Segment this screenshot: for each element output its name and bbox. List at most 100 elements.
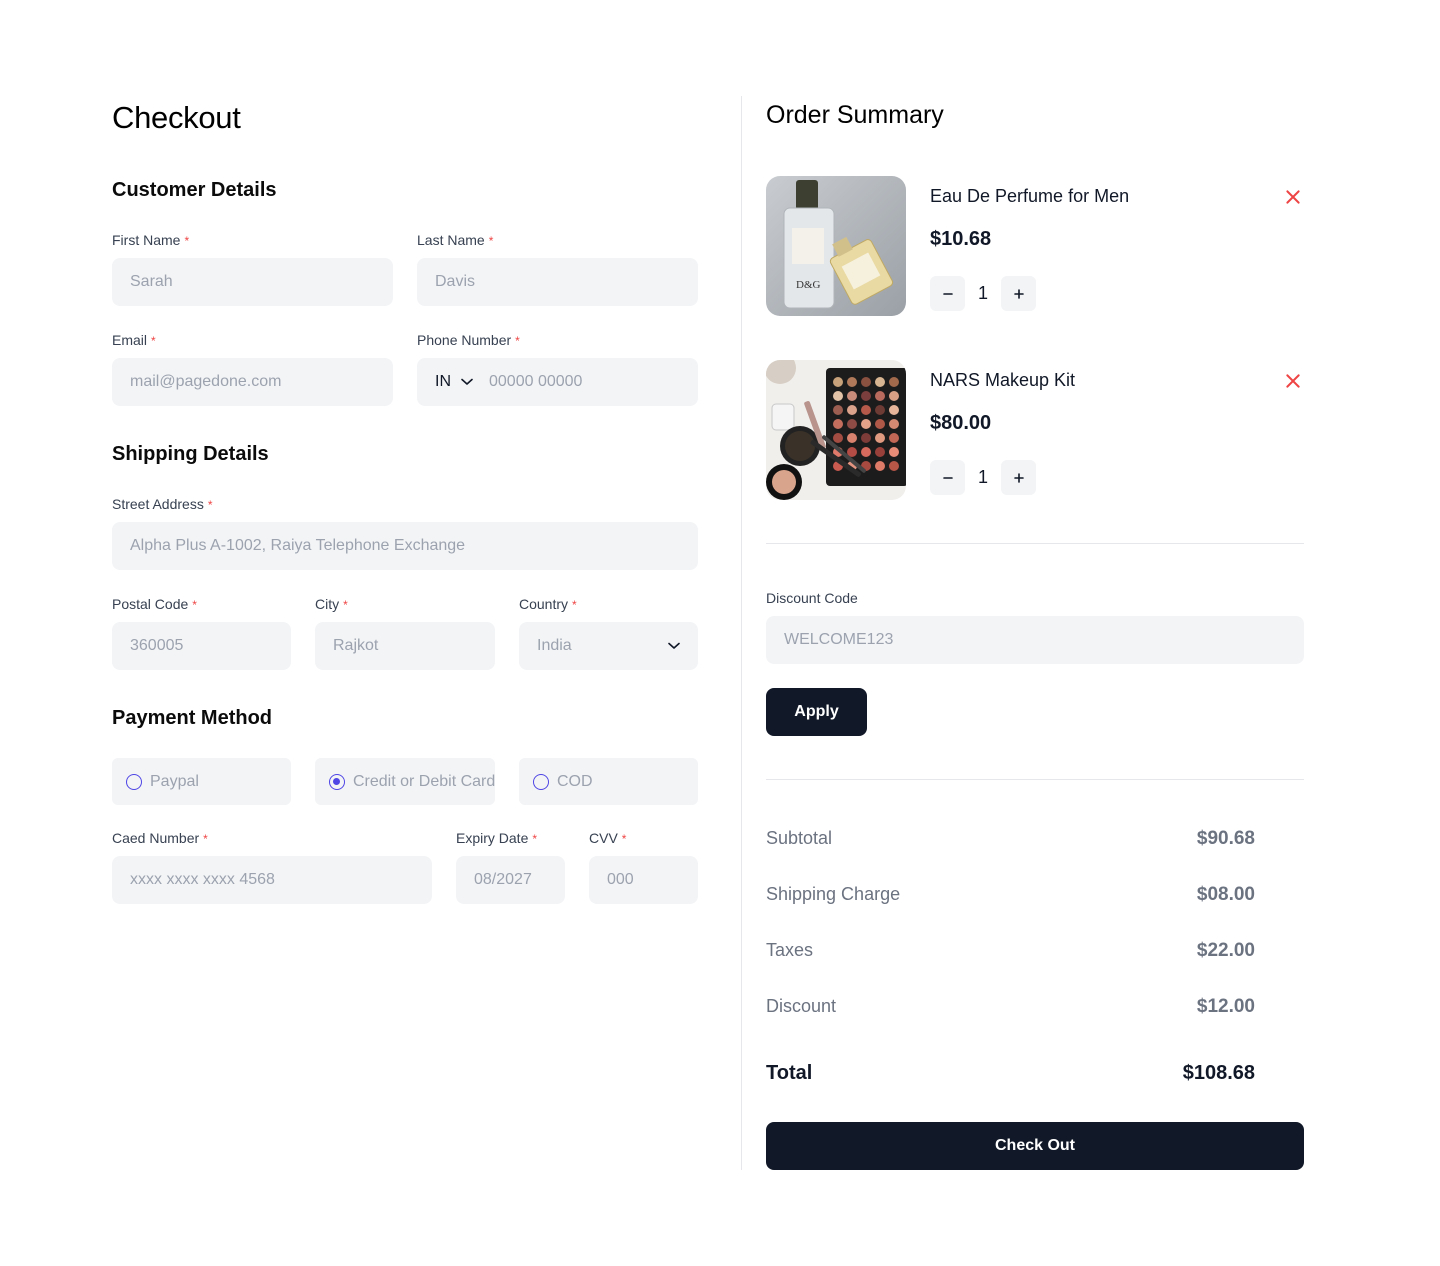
payment-option-label: Credit or Debit Card [353, 772, 495, 790]
decrease-quantity-button[interactable] [930, 460, 965, 495]
customer-details-heading: Customer Details [112, 179, 277, 201]
first-name-field: First Name * Sarah [112, 230, 393, 306]
first-name-label-text: First Name [112, 232, 181, 248]
phone-label-text: Phone Number [417, 332, 512, 348]
product-name[interactable]: Eau De Perfume for Men [930, 186, 1129, 207]
postal-label: Postal Code * [112, 594, 291, 614]
radio-icon [126, 773, 142, 790]
postal-code-field: Postal Code * 360005 [112, 594, 291, 670]
radio-icon [533, 773, 549, 790]
order-summary-title: Order Summary [766, 101, 944, 129]
close-icon[interactable] [1284, 372, 1302, 390]
phone-field: Phone Number * IN 00000 00000 [417, 330, 698, 406]
discount-code-field: Discount Code WELCOME123 [766, 588, 1304, 664]
product-price: $10.68 [930, 228, 992, 250]
required-mark: * [515, 334, 520, 348]
city-label: City * [315, 594, 495, 614]
quantity-stepper: 1 [930, 460, 1036, 495]
country-label-text: Country [519, 596, 569, 612]
expiry-label: Expiry Date * [456, 828, 565, 848]
required-mark: * [343, 598, 348, 612]
city-input[interactable]: Rajkot [315, 622, 495, 670]
increase-quantity-button[interactable] [1001, 460, 1036, 495]
required-mark: * [192, 598, 197, 612]
total-row: Total $108.68 [766, 1062, 1255, 1085]
shipping-charge-row: Shipping Charge $08.00 [766, 884, 1255, 906]
email-label: Email * [112, 330, 393, 350]
email-field: Email * mail@pagedone.com [112, 330, 393, 406]
page-title: Checkout [112, 100, 241, 135]
card-number-field: Caed Number * xxxx xxxx xxxx 4568 [112, 828, 432, 904]
expiry-date-input[interactable]: 08/2027 [456, 856, 565, 904]
last-name-label-text: Last Name [417, 232, 485, 248]
apply-button[interactable]: Apply [766, 688, 867, 736]
column-divider [741, 96, 742, 1170]
cvv-label-text: CVV [589, 830, 618, 846]
discount-label: Discount [766, 996, 837, 1016]
increase-quantity-button[interactable] [1001, 276, 1036, 311]
plus-icon [1013, 472, 1024, 483]
country-code-select[interactable]: IN [435, 373, 473, 391]
chevron-down-icon [461, 378, 473, 385]
perfume-product-image: D&G [766, 176, 906, 316]
required-mark: * [207, 498, 213, 512]
city-label-text: City [315, 596, 340, 612]
phone-placeholder: 00000 00000 [489, 373, 583, 390]
radio-selected-icon [329, 773, 345, 790]
country-select[interactable]: India [519, 622, 698, 670]
cvv-input[interactable]: 000 [589, 856, 698, 904]
divider [766, 543, 1304, 544]
discount-code-input[interactable]: WELCOME123 [766, 616, 1304, 664]
total-label: Total [766, 1062, 813, 1084]
cvv-field: CVV * 000 [589, 828, 698, 904]
cart-item: D&G Eau De Perfume for Men $10.68 1 [766, 176, 1304, 316]
email-input[interactable]: mail@pagedone.com [112, 358, 393, 406]
city-field: City * Rajkot [315, 594, 495, 670]
svg-text:D&G: D&G [796, 279, 821, 291]
close-icon[interactable] [1284, 188, 1302, 206]
required-mark: * [184, 234, 190, 248]
product-price: $80.00 [930, 412, 992, 434]
country-value: India [537, 637, 572, 654]
subtotal-value: $90.68 [1196, 828, 1255, 849]
payment-option-label: COD [557, 772, 593, 790]
quantity-stepper: 1 [930, 276, 1036, 311]
street-label-text: Street Address [112, 496, 204, 512]
decrease-quantity-button[interactable] [930, 276, 965, 311]
email-label-text: Email [112, 332, 148, 348]
postal-code-input[interactable]: 360005 [112, 622, 291, 670]
required-mark: * [572, 598, 577, 612]
taxes-label: Taxes [766, 940, 814, 960]
card-number-label-text: Caed Number [112, 830, 200, 846]
payment-method-heading: Payment Method [112, 707, 273, 729]
required-mark: * [203, 832, 208, 846]
card-number-input[interactable]: xxxx xxxx xxxx 4568 [112, 856, 432, 904]
product-name[interactable]: NARS Makeup Kit [930, 370, 1075, 391]
country-label: Country * [519, 594, 698, 614]
last-name-label: Last Name * [417, 230, 698, 250]
payment-option-paypal[interactable]: Paypal [112, 758, 291, 805]
required-mark: * [151, 334, 156, 348]
taxes-value: $22.00 [1196, 940, 1255, 961]
street-address-field: Street Address * Alpha Plus A-1002, Raiya… [112, 494, 698, 570]
phone-input[interactable]: IN 00000 00000 [417, 358, 698, 406]
street-address-input[interactable]: Alpha Plus A-1002, Raiya Telephone Excha… [112, 522, 698, 570]
payment-option-cod[interactable]: COD [519, 758, 698, 805]
minus-icon [942, 292, 953, 295]
first-name-input[interactable]: Sarah [112, 258, 393, 306]
subtotal-label: Subtotal [766, 828, 833, 848]
payment-option-card[interactable]: Credit or Debit Card [315, 758, 495, 805]
country-code-value: IN [435, 373, 451, 390]
check-out-button[interactable]: Check Out [766, 1122, 1304, 1170]
cart-item: NARS Makeup Kit $80.00 1 [766, 360, 1304, 500]
discount-row: Discount $12.00 [766, 996, 1255, 1018]
quantity-value: 1 [977, 283, 988, 303]
shipping-charge-label: Shipping Charge [766, 884, 901, 904]
shipping-details-heading: Shipping Details [112, 443, 269, 465]
required-mark: * [621, 832, 627, 846]
shipping-charge-value: $08.00 [1196, 884, 1255, 905]
discount-value: $12.00 [1196, 996, 1255, 1017]
taxes-row: Taxes $22.00 [766, 940, 1255, 962]
last-name-input[interactable]: Davis [417, 258, 698, 306]
divider [766, 779, 1304, 780]
